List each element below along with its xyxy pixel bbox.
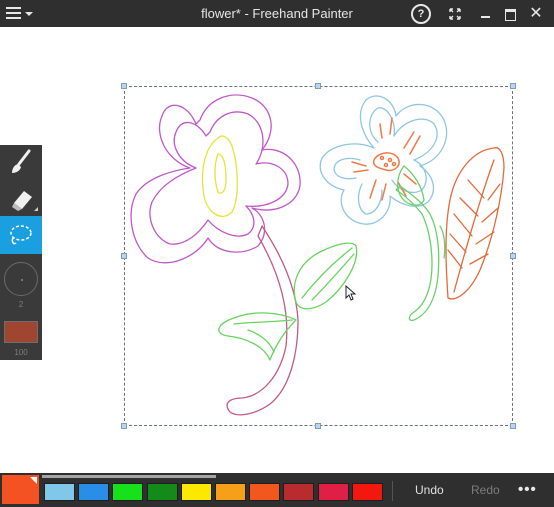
lasso-select-tool[interactable] bbox=[0, 216, 42, 254]
palette-scrollbar[interactable] bbox=[42, 475, 216, 478]
brush-tool[interactable] bbox=[0, 145, 42, 179]
resize-handle-top-left[interactable] bbox=[121, 83, 127, 89]
brush-icon bbox=[12, 149, 31, 173]
window-title: flower* - Freehand Painter bbox=[201, 6, 353, 21]
current-color-button[interactable] bbox=[2, 475, 39, 504]
palette-swatch[interactable] bbox=[112, 483, 144, 501]
palette-swatch[interactable] bbox=[146, 483, 178, 501]
resize-handle-bottom[interactable] bbox=[315, 423, 321, 429]
resize-handle-right[interactable] bbox=[510, 253, 516, 259]
brush-size-dial[interactable] bbox=[4, 262, 38, 296]
maximize-button[interactable] bbox=[500, 4, 520, 24]
tool-panel: 2 100 bbox=[0, 145, 42, 360]
resize-handle-bottom-right[interactable] bbox=[510, 423, 516, 429]
brush-color-swatch[interactable] bbox=[4, 321, 38, 343]
minimize-button[interactable] bbox=[476, 4, 496, 24]
brush-size-value: 2 bbox=[18, 300, 24, 309]
brush-opacity-value: 100 bbox=[14, 348, 28, 357]
undo-button[interactable]: Undo bbox=[415, 483, 444, 497]
help-button[interactable]: ? bbox=[411, 4, 431, 24]
separator bbox=[392, 481, 393, 501]
fullscreen-icon bbox=[449, 8, 461, 20]
palette-swatch[interactable] bbox=[351, 483, 383, 501]
close-button[interactable]: ✕ bbox=[526, 4, 546, 24]
mouse-cursor-icon bbox=[345, 285, 357, 301]
palette-swatch[interactable] bbox=[44, 483, 75, 501]
palette-bar: Undo Redo ••• bbox=[0, 473, 554, 507]
lasso-select-icon bbox=[10, 225, 32, 245]
eraser-tool[interactable] bbox=[0, 181, 42, 215]
redo-button[interactable]: Redo bbox=[471, 483, 500, 497]
palette-swatch[interactable] bbox=[317, 483, 349, 501]
fullscreen-button[interactable] bbox=[445, 4, 465, 24]
palette-swatch[interactable] bbox=[249, 483, 281, 501]
eraser-icon bbox=[12, 191, 38, 211]
palette-swatch[interactable] bbox=[283, 483, 315, 501]
resize-handle-top[interactable] bbox=[315, 83, 321, 89]
drawing-canvas[interactable] bbox=[0, 27, 554, 473]
palette-swatch[interactable] bbox=[78, 483, 110, 501]
title-bar: flower* - Freehand Painter ? ✕ bbox=[0, 0, 554, 27]
resize-handle-top-right[interactable] bbox=[510, 83, 516, 89]
palette-swatch[interactable] bbox=[215, 483, 246, 501]
more-options-button[interactable]: ••• bbox=[518, 481, 537, 498]
resize-handle-bottom-left[interactable] bbox=[121, 423, 127, 429]
resize-handle-left[interactable] bbox=[121, 253, 127, 259]
selection-box[interactable] bbox=[124, 86, 513, 426]
palette-swatch[interactable] bbox=[180, 483, 212, 501]
